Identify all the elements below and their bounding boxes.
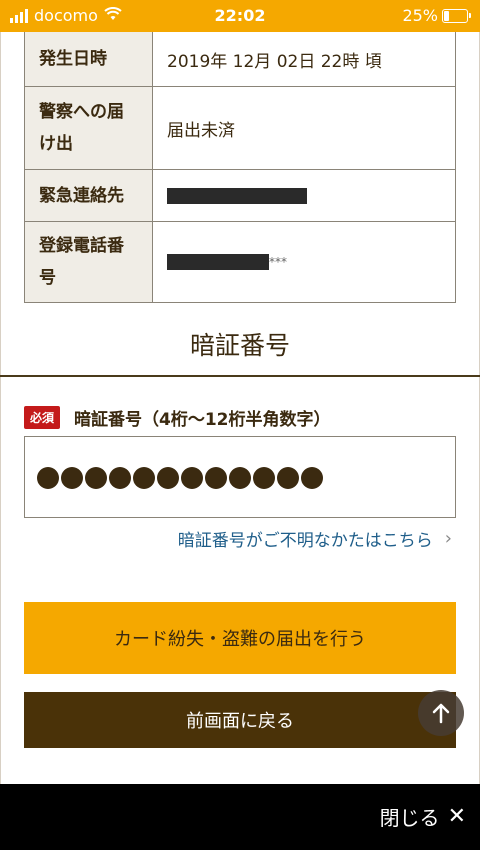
redacted-value — [167, 187, 307, 204]
pin-dot — [61, 466, 83, 489]
divider — [0, 375, 480, 377]
close-icon: ✕ — [447, 804, 466, 829]
battery-percent: 25% — [402, 6, 438, 25]
status-bar: docomo 22:02 25% — [0, 0, 480, 32]
battery-status: 25% — [402, 6, 471, 25]
pin-dot — [253, 466, 275, 489]
required-badge: 必須 — [24, 406, 61, 429]
pin-dot — [277, 466, 299, 489]
table-row: 緊急連絡先 — [25, 170, 455, 222]
pin-dot — [301, 466, 323, 489]
pin-input[interactable] — [24, 436, 456, 518]
pin-masked-value — [37, 465, 325, 490]
pin-dot — [85, 466, 107, 489]
row-value: 届出未済 — [167, 120, 235, 141]
pin-dot — [205, 466, 227, 489]
close-button[interactable]: 閉じる ✕ — [380, 802, 466, 831]
back-button[interactable]: 前画面に戻る — [24, 692, 456, 748]
pin-dot — [181, 466, 203, 489]
forgot-pin-link[interactable]: 暗証番号がご不明なかたはこちら › — [178, 526, 452, 551]
pin-label-row: 必須 暗証番号（4桁〜12桁半角数字） — [24, 405, 331, 430]
row-label: 登録電話番号 — [25, 222, 153, 302]
report-loss-button[interactable]: カード紛失・盗難の届出を行う — [24, 602, 456, 674]
row-value: *** — [153, 222, 455, 302]
pin-dot — [229, 466, 251, 489]
chevron-right-icon: › — [444, 528, 452, 549]
pin-field-label: 暗証番号（4桁〜12桁半角数字） — [74, 410, 331, 430]
info-table: 発生日時 2019年 12月 02日 22時 頃 警察への届 け出 届出未済 緊急… — [24, 32, 456, 303]
row-value — [153, 170, 455, 221]
table-row: 警察への届 け出 届出未済 — [25, 87, 455, 170]
row-label: 発生日時 — [25, 32, 153, 86]
arrow-up-icon[interactable] — [418, 690, 464, 736]
pin-dot — [37, 466, 59, 489]
row-value: 2019年 12月 02日 22時 頃 — [167, 51, 382, 72]
row-label: 警察への届 け出 — [25, 87, 153, 169]
pin-dot — [133, 466, 155, 489]
bottom-bar: 閉じる ✕ — [0, 784, 480, 850]
row-label: 緊急連絡先 — [25, 170, 153, 221]
section-title: 暗証番号 — [189, 331, 290, 360]
pin-dot — [157, 466, 179, 489]
battery-icon — [442, 8, 471, 23]
table-row: 登録電話番号 *** — [25, 222, 455, 302]
pin-dot — [109, 466, 131, 489]
table-row: 発生日時 2019年 12月 02日 22時 頃 — [25, 32, 455, 87]
redacted-value — [167, 254, 269, 270]
